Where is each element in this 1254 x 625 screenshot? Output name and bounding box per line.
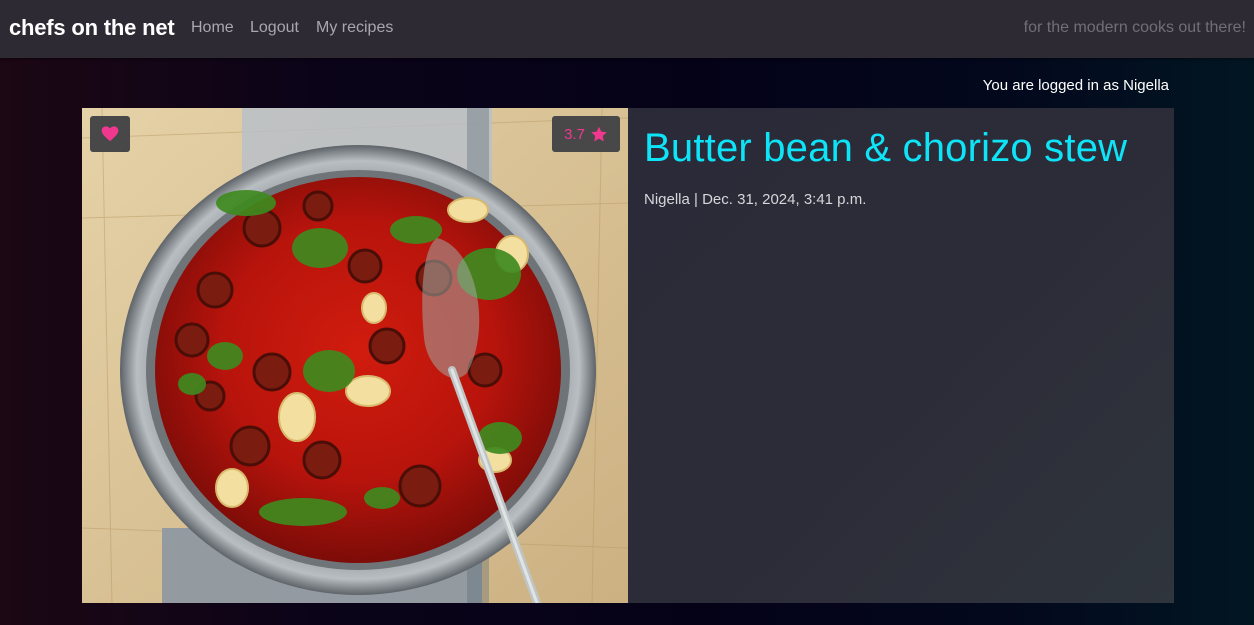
recipe-image: 3.7 bbox=[82, 108, 628, 603]
recipe-card: 3.7 Butter bean & chorizo stew Nigella |… bbox=[82, 108, 1174, 603]
recipe-byline: Nigella | Dec. 31, 2024, 3:41 p.m. bbox=[644, 191, 867, 208]
heart-icon bbox=[101, 126, 119, 142]
star-icon bbox=[591, 126, 607, 141]
favourite-button[interactable] bbox=[90, 116, 130, 152]
recipe-details: Butter bean & chorizo stew Nigella | Dec… bbox=[628, 108, 1174, 603]
navbar: chefs on the net Home Logout My recipes … bbox=[0, 0, 1254, 58]
rating-value: 3.7 bbox=[564, 125, 585, 143]
brand-logo[interactable]: chefs on the net bbox=[9, 15, 175, 41]
nav-home-link[interactable]: Home bbox=[191, 19, 234, 37]
nav-my-recipes-link[interactable]: My recipes bbox=[316, 19, 393, 37]
recipe-title: Butter bean & chorizo stew bbox=[644, 126, 1128, 170]
stew-pot-photo bbox=[82, 108, 628, 603]
login-status: You are logged in as Nigella bbox=[982, 77, 1169, 94]
nav-logout-link[interactable]: Logout bbox=[250, 19, 299, 37]
rating-badge: 3.7 bbox=[552, 116, 620, 152]
site-tagline: for the modern cooks out there! bbox=[1023, 19, 1246, 36]
